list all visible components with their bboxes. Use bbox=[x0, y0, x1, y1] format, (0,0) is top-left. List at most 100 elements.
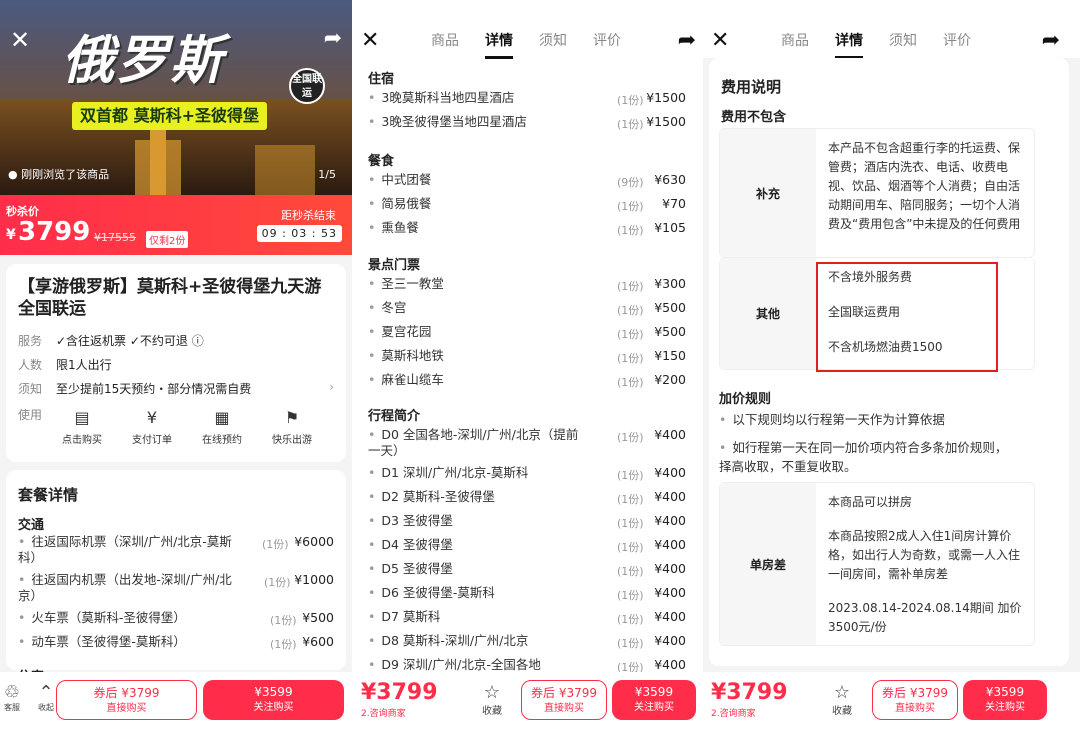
step-label: 点击购买 bbox=[62, 435, 102, 446]
item-qty: (1份) bbox=[262, 538, 289, 551]
usage-row: 使用 bbox=[18, 406, 46, 423]
item-price: ¥400 bbox=[654, 609, 686, 624]
bottom-price-sub: 2.咨询商家 bbox=[711, 709, 756, 719]
countdown-label: 距秒杀结束 bbox=[281, 209, 336, 222]
coupon-price: 券后 ¥3799 bbox=[882, 686, 948, 700]
tab-reviews[interactable]: 评价 bbox=[593, 30, 621, 59]
list-item: • 往返国际机票（深圳/广州/北京-莫斯科） bbox=[18, 534, 232, 565]
item-name: 往返国际机票（深圳/广州/北京-莫斯科） bbox=[18, 534, 232, 565]
tab-goods[interactable]: 商品 bbox=[781, 30, 809, 59]
item-price: ¥400 bbox=[654, 633, 686, 648]
single-room-item: 2023.08.14-2024.08.14期间 加价3500元/份 bbox=[828, 601, 1022, 634]
collapse-button[interactable]: ⌃ 收起 bbox=[36, 684, 56, 713]
close-icon[interactable]: ✕ bbox=[361, 28, 379, 53]
follow-buy-button[interactable]: ¥3599 关注购买 bbox=[963, 680, 1047, 720]
coupon-buy-button[interactable]: 券后 ¥3799 直接购买 bbox=[521, 680, 607, 720]
item-price: ¥630 bbox=[654, 172, 686, 187]
tab-detail[interactable]: 详情 bbox=[835, 30, 863, 59]
chevron-right-icon: › bbox=[329, 380, 334, 394]
item-qty: (1份) bbox=[617, 613, 644, 626]
item-name: D5 圣彼得堡 bbox=[381, 561, 453, 576]
coupon-buy-button[interactable]: 券后 ¥3799 直接购买 bbox=[872, 680, 958, 720]
tab-detail[interactable]: 详情 bbox=[485, 30, 513, 59]
close-icon[interactable]: ✕ bbox=[10, 26, 30, 54]
step-travel: ⚑ 快乐出游 bbox=[262, 408, 322, 446]
package-title: 套餐详情 bbox=[18, 486, 79, 504]
transport-title: 交通 bbox=[18, 518, 45, 533]
item-price: ¥500 bbox=[654, 300, 686, 315]
item-qty: (1份) bbox=[617, 118, 644, 131]
list-item: • D7 莫斯科 bbox=[368, 609, 441, 624]
icon-label: 收起 bbox=[38, 703, 54, 712]
list-item: • 熏鱼餐 bbox=[368, 220, 419, 235]
share-icon[interactable]: ➦ bbox=[678, 28, 696, 53]
original-price: ¥17555 bbox=[94, 231, 136, 244]
item-price: ¥400 bbox=[654, 561, 686, 576]
list-item: • 火车票（莫斯科-圣彼得堡） bbox=[18, 610, 186, 625]
sale-price: 3799 bbox=[18, 217, 91, 247]
share-icon[interactable]: ➦ bbox=[1042, 28, 1060, 53]
stock-badge: 仅剩2份 bbox=[146, 231, 189, 248]
rule-item: • 以下规则均以行程第一天作为计算依据 bbox=[719, 412, 945, 427]
item-qty: (1份) bbox=[617, 280, 644, 293]
item-price: ¥300 bbox=[654, 276, 686, 291]
tab-notice[interactable]: 须知 bbox=[539, 30, 567, 59]
item-qty: (1份) bbox=[617, 589, 644, 602]
list-item: • 中式团餐 bbox=[368, 172, 432, 187]
item-price: ¥400 bbox=[654, 465, 686, 480]
follow-buy-button[interactable]: ¥3599 关注购买 bbox=[203, 680, 344, 720]
item-name: 火车票（莫斯科-圣彼得堡） bbox=[31, 610, 186, 625]
follow-buy-button[interactable]: ¥3599 关注购买 bbox=[612, 680, 696, 720]
currency-symbol: ¥ bbox=[6, 227, 16, 243]
list-item: • D9 深圳/广州/北京-全国各地 bbox=[368, 657, 541, 672]
list-item: • D6 圣彼得堡-莫斯科 bbox=[368, 585, 495, 600]
star-icon: ☆ bbox=[833, 682, 851, 703]
close-icon[interactable]: ✕ bbox=[711, 28, 729, 53]
tab-reviews[interactable]: 评价 bbox=[943, 30, 971, 59]
item-price: ¥105 bbox=[654, 220, 686, 235]
item-qty: (1份) bbox=[617, 376, 644, 389]
item-price: ¥400 bbox=[654, 585, 686, 600]
coupon-buy-button[interactable]: 券后 ¥3799 直接购买 bbox=[56, 680, 197, 720]
item-name: D8 莫斯科-深圳/广州/北京 bbox=[381, 633, 529, 648]
tab-notice[interactable]: 须知 bbox=[889, 30, 917, 59]
list-item: • 往返国内机票（出发地-深圳/广州/北京） bbox=[18, 572, 232, 603]
follow-sub: 关注购买 bbox=[985, 702, 1025, 713]
item-price: ¥1500 bbox=[646, 90, 686, 105]
list-item: • 动车票（圣彼得堡-莫斯科） bbox=[18, 634, 186, 649]
row-key: 服务 bbox=[18, 334, 43, 348]
rule-item: • 如行程第一天在同一加价项内符合多条加价规则，择高收取，不重复收取。 bbox=[719, 440, 1008, 474]
item-qty: (1份) bbox=[617, 565, 644, 578]
item-price: ¥400 bbox=[654, 537, 686, 552]
hero-banner[interactable]: 俄罗斯 双首都 莫斯科+圣彼得堡 全国联运 ✕ ➦ ● 刚刚浏览了该商品 1/5 bbox=[0, 0, 352, 195]
service-row: 服务 ✓含往返机票 ✓不约可退 ⓘ bbox=[18, 332, 204, 349]
product-title: 【享游俄罗斯】莫斯科+圣彼得堡九天游全国联运 bbox=[18, 277, 322, 319]
hero-building bbox=[255, 145, 315, 195]
share-icon[interactable]: ➦ bbox=[324, 26, 342, 51]
recently-viewed-label: ● 刚刚浏览了该商品 bbox=[8, 168, 110, 181]
list-item: • 简易俄餐 bbox=[368, 196, 432, 211]
list-item: • 3晚莫斯科当地四星酒店 bbox=[368, 90, 515, 105]
flag-icon: ⚑ bbox=[284, 408, 300, 427]
favorite-button[interactable]: ☆ 收藏 bbox=[477, 684, 507, 718]
item-qty: (1份) bbox=[617, 637, 644, 650]
list-item: • D5 圣彼得堡 bbox=[368, 561, 453, 576]
favorite-button[interactable]: ☆ 收藏 bbox=[827, 682, 857, 718]
list-item: • D8 莫斯科-深圳/广州/北京 bbox=[368, 633, 529, 648]
item-name: D4 圣彼得堡 bbox=[381, 537, 453, 552]
item-name: 夏宫花园 bbox=[381, 324, 432, 339]
service-button[interactable]: ♲ 客服 bbox=[2, 684, 22, 713]
list-item: • D0 全国各地-深圳/广州/北京（提前一天） bbox=[368, 427, 579, 458]
list-item: • 3晚圣彼得堡当地四星酒店 bbox=[368, 114, 527, 129]
icon-label: 客服 bbox=[4, 703, 20, 712]
tab-goods[interactable]: 商品 bbox=[431, 30, 459, 59]
notice-row[interactable]: 须知 至少提前15天预约・部分情况需自费 › bbox=[18, 380, 334, 397]
rules-title: 加价规则 bbox=[719, 392, 772, 407]
item-qty: (1份) bbox=[264, 576, 291, 589]
flash-sale-bar: 秒杀价 ¥ 3799 ¥17555 仅剩2份 距秒杀结束 09 : 03 : 5… bbox=[0, 195, 352, 255]
list-item: • 麻雀山缆车 bbox=[368, 372, 444, 387]
list-item: • D1 深圳/广州/北京-莫斯科 bbox=[368, 465, 529, 480]
item-name: 麻雀山缆车 bbox=[381, 372, 444, 387]
icon-label: 收藏 bbox=[832, 706, 852, 717]
item-name: 熏鱼餐 bbox=[381, 220, 419, 235]
